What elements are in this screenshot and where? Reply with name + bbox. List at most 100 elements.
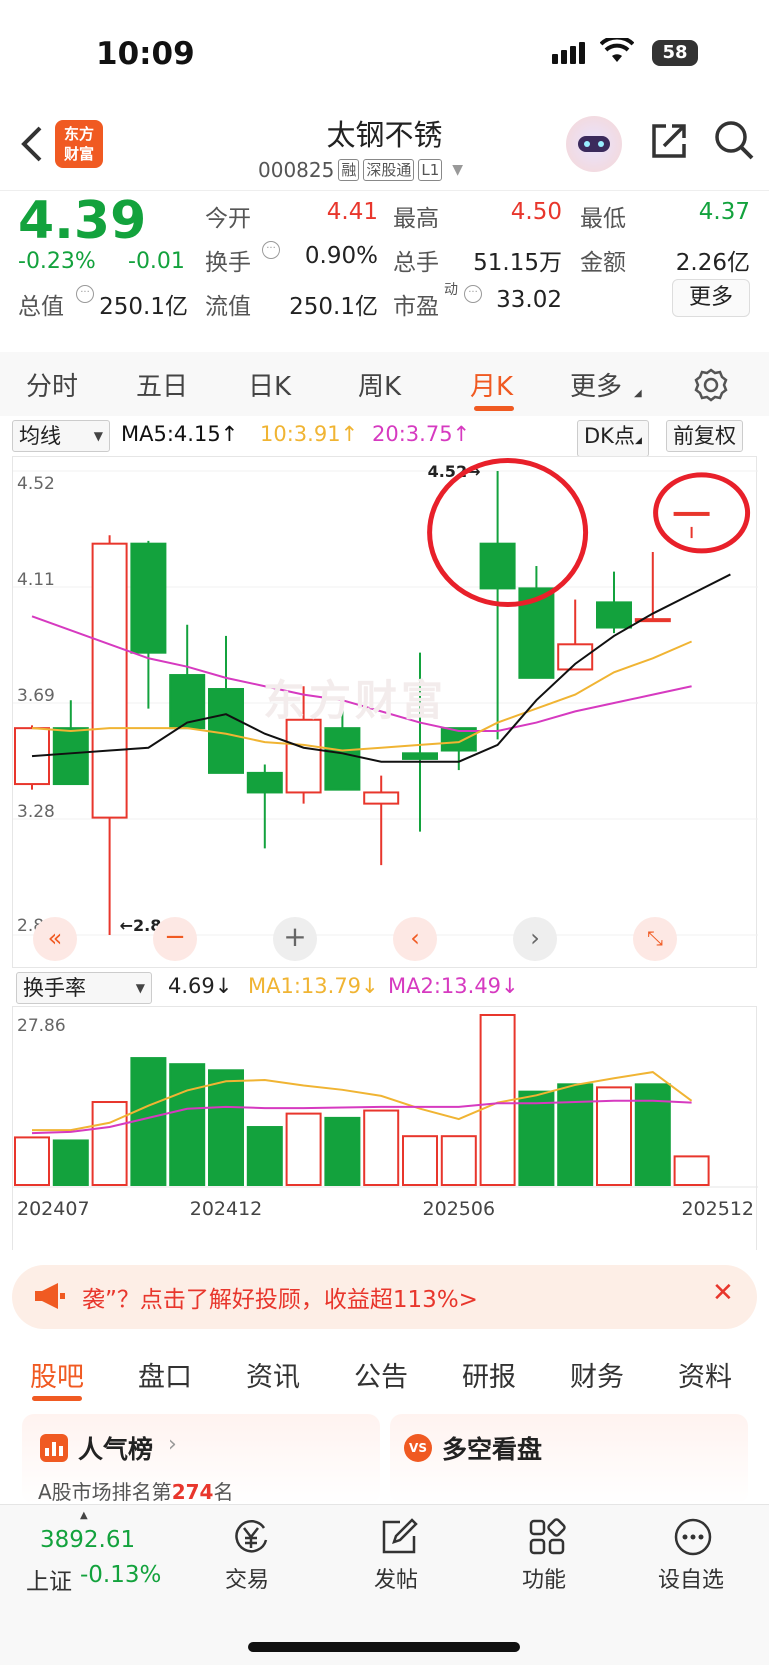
close-icon[interactable]: ✕ — [712, 1278, 734, 1308]
candle-body — [479, 542, 516, 590]
y-tick-label: 3.69 — [17, 686, 55, 706]
y-tick-label: 27.86 — [17, 1016, 66, 1036]
level-tag: L1 — [418, 159, 443, 181]
sub-indicator-selector[interactable]: 换手率 ▼ — [16, 972, 152, 1004]
turnover-bar — [246, 1126, 283, 1186]
candlestick-chart[interactable]: 4.524.113.693.282.864.52→←2.86 东方财富 « − … — [12, 456, 758, 968]
turnover-bar — [557, 1083, 594, 1186]
popularity-card[interactable]: 人气榜 › A股市场排名第274名 — [22, 1414, 380, 1504]
turnover-ma1: MA1:13.79↓ — [248, 974, 379, 998]
turnover-label: 换手 — [205, 250, 251, 276]
tab-more[interactable]: 更多 — [570, 366, 622, 403]
volume-value: 51.15万 — [473, 250, 562, 276]
home-indicator — [248, 1642, 520, 1652]
scroll-left-button[interactable]: ‹ — [393, 917, 437, 961]
tab-daily[interactable]: 日K — [248, 366, 291, 403]
info-icon[interactable]: ··· — [76, 285, 94, 303]
active-tab-indicator — [32, 1396, 82, 1401]
candle-body — [673, 511, 710, 516]
candle-body — [285, 718, 322, 794]
nav-add-watchlist[interactable]: 设自选 — [658, 1562, 724, 1594]
zoom-in-button[interactable]: + — [273, 917, 317, 961]
chevron-down-icon: ◢ — [634, 436, 642, 446]
turnover-chart[interactable]: 27.86 202407 202412 202506 202512 — [12, 1006, 758, 1250]
banner-text: 袭”？点击了解好投顾，收益超113%> — [82, 1287, 478, 1313]
zoom-out-button[interactable]: − — [153, 917, 197, 961]
more-dots-icon[interactable] — [672, 1516, 714, 1562]
tab-news[interactable]: 资讯 — [246, 1355, 300, 1394]
turnover-bar — [169, 1063, 206, 1186]
dropdown-icon[interactable]: ▼ — [452, 162, 463, 178]
turnover-bar — [634, 1083, 671, 1186]
index-name: 上证 — [26, 1569, 72, 1595]
candle-body — [324, 727, 361, 791]
last-price: 4.39 — [18, 191, 147, 251]
nav-trade[interactable]: 交易 — [225, 1562, 269, 1594]
y-tick-label: 4.11 — [17, 570, 55, 590]
index-value[interactable]: 3892.61 — [40, 1527, 135, 1553]
signal-icon — [552, 42, 585, 64]
sub-indicator-label: 换手率 — [23, 976, 86, 1000]
status-bar: 10:09 58 — [0, 0, 769, 110]
turnover-bar — [52, 1139, 89, 1187]
period-tabs: 分时 五日 日K 周K 月K 更多 ◢ — [0, 352, 769, 416]
turnover-svg: 27.86 202407 202412 202506 202512 — [13, 1014, 758, 1220]
ma20-legend: 20:3.75↑ — [372, 422, 471, 446]
adjust-selector[interactable]: 前复权 — [666, 420, 743, 452]
tab-announcements[interactable]: 公告 — [354, 1355, 408, 1394]
scroll-left-fast-button[interactable]: « — [33, 917, 77, 961]
chart-watermark: 东方财富 — [263, 676, 448, 725]
volume-label: 总手 — [393, 250, 439, 276]
connect-tag: 深股通 — [363, 159, 415, 181]
trade-icon[interactable] — [230, 1516, 272, 1562]
wifi-icon — [599, 35, 635, 68]
info-icon[interactable]: ··· — [262, 241, 280, 259]
search-icon[interactable] — [712, 118, 756, 166]
share-icon[interactable] — [648, 120, 690, 166]
tab-forum[interactable]: 股吧 — [30, 1355, 84, 1394]
long-short-card[interactable]: VS 多空看盘 — [390, 1414, 748, 1504]
amount-value: 2.26亿 — [675, 250, 750, 276]
turnover-bar — [324, 1116, 361, 1186]
tab-intraday[interactable]: 分时 — [26, 366, 78, 403]
candle-body — [91, 542, 128, 819]
compose-icon[interactable] — [378, 1516, 420, 1562]
grid-icon[interactable] — [526, 1516, 568, 1562]
robot-avatar-icon[interactable] — [566, 116, 622, 172]
pe-label: 市盈 — [393, 294, 439, 320]
nav-post[interactable]: 发帖 — [374, 1562, 418, 1594]
stock-code: 000825 — [258, 158, 335, 182]
tab-financials[interactable]: 财务 — [570, 1355, 624, 1394]
chart-bar-icon — [40, 1434, 68, 1462]
open-label: 今开 — [205, 206, 251, 232]
settings-icon[interactable] — [694, 368, 728, 406]
fullscreen-button[interactable]: ⤡ — [633, 917, 677, 961]
index-up-triangle-icon: ▲ — [80, 1510, 88, 1521]
more-button[interactable]: 更多 — [672, 279, 750, 317]
battery-icon: 58 — [652, 40, 698, 66]
tab-monthly[interactable]: 月K — [470, 366, 513, 403]
change-value: -0.01 — [128, 249, 185, 274]
scroll-right-button[interactable]: › — [513, 917, 557, 961]
tab-profile[interactable]: 资料 — [678, 1355, 732, 1394]
open-value: 4.41 — [326, 199, 378, 225]
megaphone-icon — [32, 1281, 66, 1315]
tab-orderbook[interactable]: 盘口 — [138, 1355, 192, 1394]
tab-weekly[interactable]: 周K — [358, 366, 401, 403]
float-value: 250.1亿 — [289, 294, 378, 320]
nav-functions[interactable]: 功能 — [522, 1562, 566, 1594]
candle-body — [596, 601, 632, 629]
index-change: -0.13% — [80, 1562, 162, 1588]
change-percent: -0.23% — [18, 249, 96, 274]
indicator-selector[interactable]: 均线 ▼ — [12, 420, 110, 452]
candle-body — [130, 542, 167, 654]
battery-level: 58 — [662, 42, 688, 63]
high-label: 最高 — [393, 206, 439, 232]
turnover-bar — [14, 1136, 50, 1186]
mktcap-label: 总值 — [18, 294, 64, 320]
dk-selector[interactable]: DK点◢ — [577, 420, 649, 457]
tab-5day[interactable]: 五日 — [136, 366, 188, 403]
promo-banner[interactable]: 袭”？点击了解好投顾，收益超113%> ✕ — [12, 1265, 757, 1329]
dk-label: DK点 — [584, 424, 635, 448]
tab-research[interactable]: 研报 — [462, 1355, 516, 1394]
